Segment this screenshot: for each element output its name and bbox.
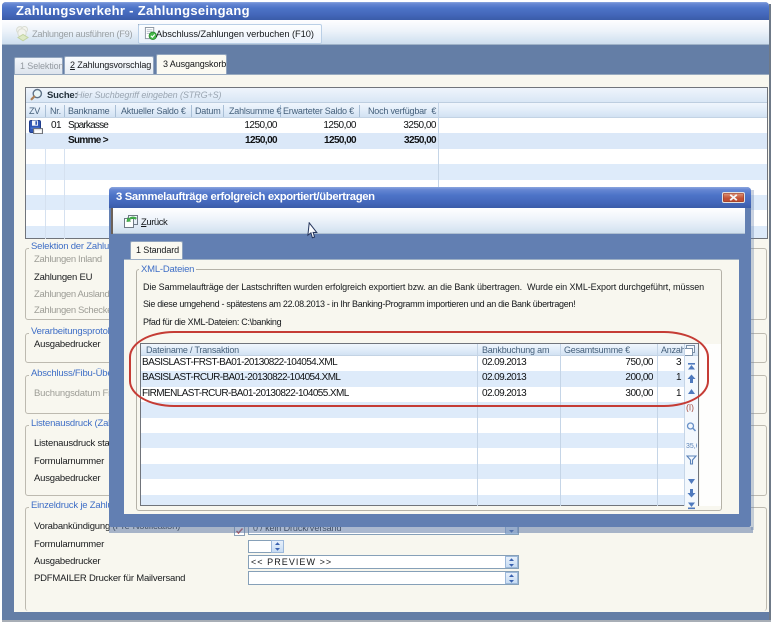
svg-text:(l): (l) <box>686 403 694 413</box>
svg-text:35,6: 35,6 <box>686 443 697 450</box>
